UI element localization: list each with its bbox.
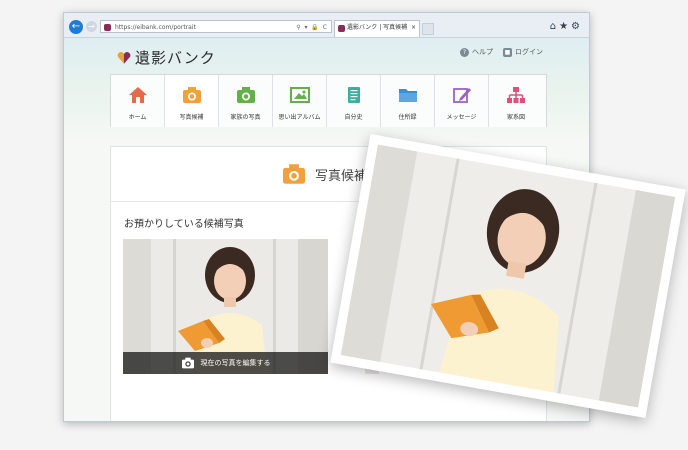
pen-icon — [453, 88, 471, 103]
help-link[interactable]: ? ヘルプ — [460, 47, 493, 57]
favicon-icon — [104, 24, 111, 31]
edit-photo-label: 現在の写真を編集する — [200, 359, 271, 367]
nav-item-message[interactable]: メッセージ — [435, 75, 489, 127]
back-arrow-icon[interactable]: ← — [69, 20, 83, 34]
address-bar[interactable]: https://eibank.com/portrait ⚲ ▾ 🔒 C — [100, 20, 332, 33]
tab-title: 遺影バンク | 写真候補 — [347, 24, 408, 31]
help-label: ヘルプ — [472, 48, 493, 56]
settings-gear-icon[interactable]: ⚙ — [571, 21, 583, 32]
candidate-photo[interactable]: 現在の写真を編集する — [123, 239, 328, 374]
help-icon: ? — [460, 48, 469, 57]
section-title: お預かりしている候補写真 — [124, 219, 244, 230]
portrait-photo — [340, 144, 676, 408]
nav-label: メッセージ — [446, 114, 477, 121]
nav-label: 写真候補 — [179, 114, 204, 121]
edit-photo-button[interactable]: 現在の写真を編集する — [123, 352, 328, 374]
family-tree-icon — [507, 87, 525, 103]
home-icon[interactable]: ⌂ — [550, 21, 559, 32]
document-icon — [348, 87, 360, 103]
nav-label: 家系図 — [506, 114, 525, 121]
house-icon — [129, 87, 147, 103]
nav-label: ホーム — [128, 114, 147, 121]
logo-text: 遺影バンク — [135, 49, 216, 67]
nav-item-memory-album[interactable]: 思い出アルバム — [273, 75, 327, 127]
nav-item-autobiography[interactable]: 自分史 — [327, 75, 381, 127]
browser-chrome: ← → https://eibank.com/portrait ⚲ ▾ 🔒 C … — [64, 13, 589, 38]
tab-favicon-icon — [338, 25, 345, 32]
heart-logo-icon — [117, 51, 131, 64]
featured-portrait-image — [340, 144, 676, 408]
login-link[interactable]: ■ ログイン — [503, 47, 543, 57]
forward-arrow-icon[interactable]: → — [86, 21, 97, 32]
nav-item-family-photos[interactable]: 家族の写真 — [219, 75, 273, 127]
nav-item-address-book[interactable]: 住所録 — [381, 75, 435, 127]
star-icon[interactable]: ★ — [559, 21, 571, 32]
header-utilities: ? ヘルプ ■ ログイン — [460, 47, 543, 57]
new-tab-button[interactable] — [422, 23, 434, 35]
photo-album-icon — [290, 87, 310, 103]
address-url: https://eibank.com/portrait — [115, 24, 196, 31]
camera-icon — [181, 357, 194, 369]
camera-icon — [283, 164, 305, 184]
nav-label: 住所録 — [398, 114, 417, 121]
site-header: 遺影バンク ? ヘルプ ■ ログイン ホーム 写真候補 家族の写真 思い出アルバ… — [64, 38, 589, 138]
folder-icon — [399, 89, 417, 102]
browser-tools: ⌂★⚙ — [550, 21, 583, 32]
page-title-text: 写真候補 — [315, 168, 368, 184]
site-logo[interactable]: 遺影バンク — [117, 47, 216, 68]
nav-item-photo-candidates[interactable]: 写真候補 — [165, 75, 219, 127]
nav-label: 自分史 — [344, 114, 363, 121]
browser-tab[interactable]: 遺影バンク | 写真候補 × — [334, 20, 420, 37]
nav-item-home[interactable]: ホーム — [111, 75, 165, 127]
nav-label: 思い出アルバム — [278, 114, 321, 121]
nav-item-family-tree[interactable]: 家系図 — [489, 75, 543, 127]
camera-icon — [183, 87, 201, 103]
nav-label: 家族の写真 — [230, 114, 261, 121]
lock-icon: ■ — [503, 48, 512, 57]
address-tools-icon[interactable]: ⚲ ▾ 🔒 C — [296, 21, 328, 34]
login-label: ログイン — [515, 48, 543, 56]
page-title: 写真候補 — [281, 163, 367, 185]
camera-icon — [237, 87, 255, 103]
tab-close-icon[interactable]: × — [411, 21, 416, 35]
main-nav: ホーム 写真候補 家族の写真 思い出アルバム 自分史 住所録 メッセージ 家系図 — [110, 74, 547, 127]
